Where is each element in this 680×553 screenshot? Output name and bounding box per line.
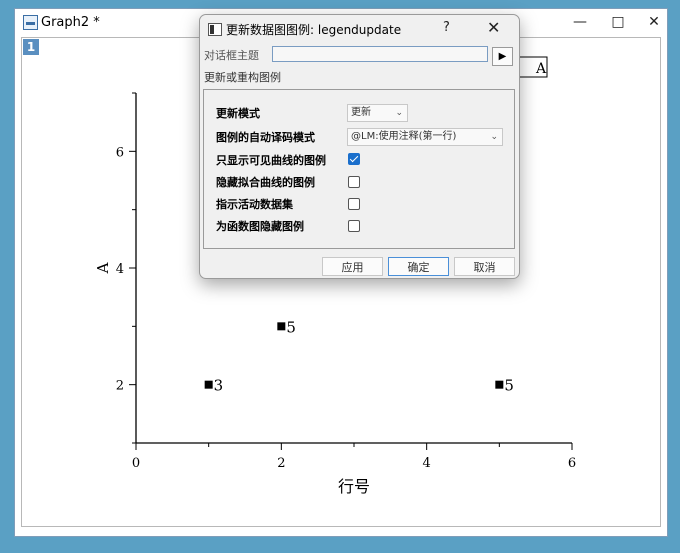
update-mode-value: 更新	[351, 107, 371, 118]
x-tick-label: 2	[277, 456, 285, 471]
ok-button[interactable]: 确定	[388, 257, 449, 276]
data-point[interactable]	[204, 380, 213, 389]
visible-only-checkbox[interactable]	[348, 153, 360, 165]
active-dataset-checkbox[interactable]	[348, 198, 360, 210]
theme-input[interactable]	[272, 46, 488, 62]
theme-label: 对话框主题	[204, 49, 259, 62]
x-tick-label: 4	[423, 456, 431, 471]
hide-fit-checkbox[interactable]	[348, 176, 360, 188]
auto-translate-select[interactable]: @LM:使用注释(第一行) ⌄	[347, 128, 503, 146]
hide-function-checkbox[interactable]	[348, 220, 360, 232]
hide-fit-label: 隐藏拟合曲线的图例	[216, 176, 315, 189]
data-point[interactable]	[495, 380, 504, 389]
play-arrow-icon: ▶	[498, 51, 507, 62]
y-axis-title: A	[94, 262, 112, 274]
data-label: 3	[214, 377, 224, 395]
y-tick-label: 4	[116, 262, 124, 277]
data-label: 5	[504, 377, 514, 395]
active-dataset-label: 指示活动数据集	[216, 198, 293, 211]
auto-translate-label: 图例的自动译码模式	[216, 131, 315, 144]
x-tick-label: 0	[132, 456, 140, 471]
update-mode-select[interactable]: 更新 ⌄	[347, 104, 408, 122]
dialog-titlebar[interactable]: 更新数据图图例: legendupdate ? ✕	[200, 15, 519, 43]
apply-button[interactable]: 应用	[322, 257, 383, 276]
data-point[interactable]	[277, 322, 286, 331]
visible-only-label: 只显示可见曲线的图例	[216, 154, 326, 167]
dialog-close-button[interactable]: ✕	[487, 18, 500, 37]
dialog-title: 更新数据图图例: legendupdate	[226, 23, 402, 37]
x-axis-title: 行号	[338, 477, 370, 496]
hide-function-label: 为函数图隐藏图例	[216, 220, 304, 233]
legend-entry: A	[535, 61, 547, 77]
x-tick-label: 6	[568, 456, 576, 471]
update-legend-dialog: 更新数据图图例: legendupdate ? ✕ 对话框主题 ▶ 更新或重构图…	[199, 14, 520, 279]
auto-translate-value: @LM:使用注释(第一行)	[351, 131, 457, 142]
chevron-down-icon: ⌄	[395, 108, 403, 118]
help-button[interactable]: ?	[443, 20, 450, 35]
data-label: 5	[286, 318, 296, 336]
dialog-app-icon	[208, 23, 222, 36]
chevron-down-icon: ⌄	[490, 132, 498, 142]
data-points[interactable]: 3 5 5	[204, 318, 514, 395]
theme-menu-button[interactable]: ▶	[492, 47, 513, 66]
cancel-button[interactable]: 取消	[454, 257, 515, 276]
section-label: 更新或重构图例	[204, 71, 281, 84]
update-mode-label: 更新模式	[216, 107, 260, 120]
y-tick-label: 2	[116, 379, 124, 394]
y-tick-label: 6	[116, 145, 124, 160]
